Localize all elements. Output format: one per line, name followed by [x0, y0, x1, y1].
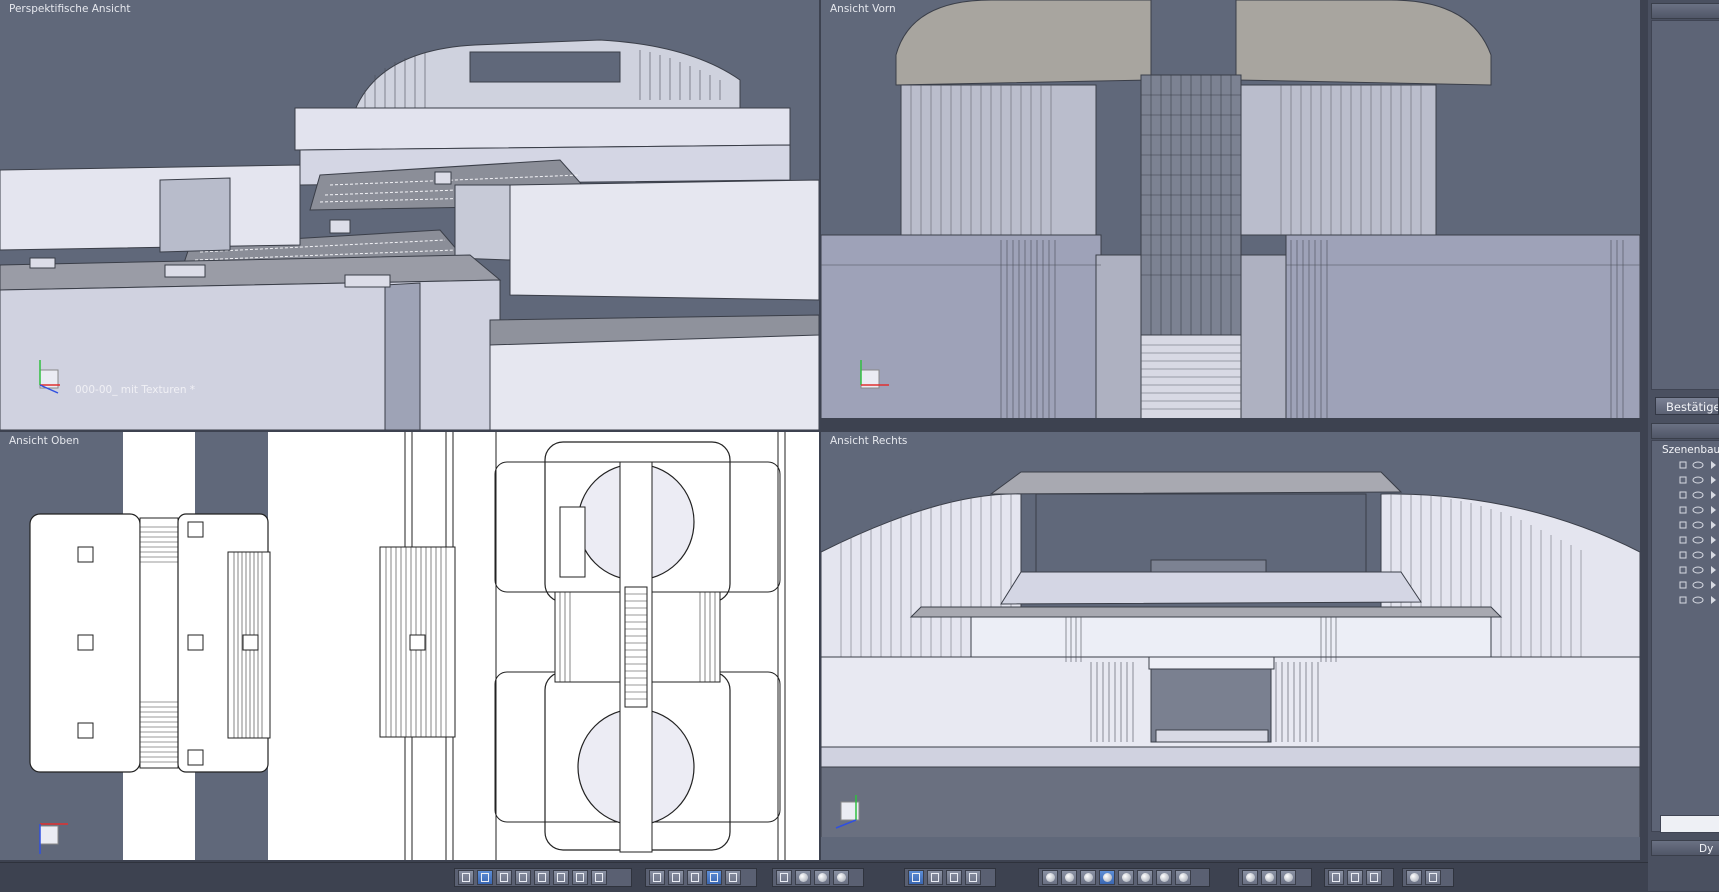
light-buttons [1238, 868, 1312, 887]
select-tool-icon[interactable] [908, 870, 924, 885]
texture-icon[interactable] [649, 870, 665, 885]
light-burst-icon[interactable] [1406, 870, 1422, 885]
fit-icon[interactable] [776, 870, 792, 885]
camera-buttons [1402, 868, 1454, 887]
wire-sphere-icon[interactable] [1042, 870, 1058, 885]
gray-sphere-icon[interactable] [1137, 870, 1153, 885]
dark-sphere-icon[interactable] [1156, 870, 1172, 885]
viewport-label: Ansicht Vorn [830, 3, 896, 15]
shaded-sphere-2-icon[interactable] [1099, 870, 1115, 885]
zoom-icon[interactable] [814, 870, 830, 885]
lamp-icon[interactable] [1242, 870, 1258, 885]
wire-sphere-2-icon[interactable] [1061, 870, 1077, 885]
bottom-toolbar [0, 862, 1648, 892]
orbit-icon[interactable] [795, 870, 811, 885]
right-side-scene [821, 471, 1640, 860]
axis-gizmo [860, 360, 889, 389]
layout-buttons [454, 868, 632, 887]
top-viewport[interactable]: Ansicht Oben [0, 432, 819, 860]
shaded-sphere-icon[interactable] [1080, 870, 1096, 885]
side-panel: Bestätigen Szenenbau Dy [1648, 0, 1719, 891]
panel-header-bar-2[interactable] [1651, 423, 1719, 439]
eye-icon[interactable] [833, 870, 849, 885]
perspective-scene [0, 39, 819, 430]
top-scene [29, 432, 819, 860]
perspective-viewport[interactable]: Perspektifische Ansicht 000-00_ mit Text… [0, 0, 819, 430]
axis-gizmo [39, 360, 60, 394]
cube-2-icon[interactable] [1347, 870, 1363, 885]
layout-split-h-icon[interactable] [496, 870, 512, 885]
axis-gizmo [39, 823, 68, 854]
tool-buttons [904, 868, 996, 887]
layout-three-b-icon[interactable] [553, 870, 569, 885]
grid-icon[interactable] [687, 870, 703, 885]
axe-tool-icon[interactable] [965, 870, 981, 885]
white-sphere-icon[interactable] [1175, 870, 1191, 885]
scene-input[interactable] [1660, 815, 1719, 833]
scene-layer-list [1679, 461, 1716, 604]
panel-header-bar[interactable] [1651, 3, 1719, 19]
wrench-tool-icon[interactable] [946, 870, 962, 885]
viewport-label: Ansicht Rechts [830, 435, 908, 447]
shading-buttons [1038, 868, 1210, 887]
dy-label: Dy [1699, 843, 1714, 855]
layout-split-v-icon[interactable] [515, 870, 531, 885]
smooth-sphere-icon[interactable] [1118, 870, 1134, 885]
model-name-label: 000-00_ mit Texturen * [75, 384, 196, 396]
object-buttons [1324, 868, 1394, 887]
cut-tool-icon[interactable] [927, 870, 943, 885]
grid-green-icon[interactable] [725, 870, 741, 885]
confirm-button[interactable]: Bestätigen [1655, 397, 1719, 415]
scene-panel-title: Szenenbau [1662, 444, 1719, 456]
layout-stack-icon[interactable] [572, 870, 588, 885]
layout-single-icon[interactable] [458, 870, 474, 885]
viewport-label: Perspektifische Ansicht [9, 3, 131, 15]
panel-area-top [1651, 20, 1719, 390]
pillar-icon[interactable] [1366, 870, 1382, 885]
right-viewport[interactable]: Ansicht Rechts [821, 432, 1640, 860]
layout-three-icon[interactable] [534, 870, 550, 885]
layout-columns-icon[interactable] [591, 870, 607, 885]
axis-gizmo [835, 795, 860, 829]
brush-icon[interactable] [668, 870, 684, 885]
render-buttons [645, 868, 757, 887]
lamp-2-icon[interactable] [1261, 870, 1277, 885]
lamp-group-icon[interactable] [1280, 870, 1296, 885]
camera-icon[interactable] [1425, 870, 1441, 885]
front-scene [821, 0, 1640, 430]
cube-icon[interactable] [1328, 870, 1344, 885]
grid-blue-icon[interactable] [706, 870, 722, 885]
layout-quad-icon[interactable] [477, 870, 493, 885]
view-buttons [772, 868, 864, 887]
front-viewport[interactable]: Ansicht Vorn [821, 0, 1640, 430]
viewport-label: Ansicht Oben [9, 435, 80, 447]
